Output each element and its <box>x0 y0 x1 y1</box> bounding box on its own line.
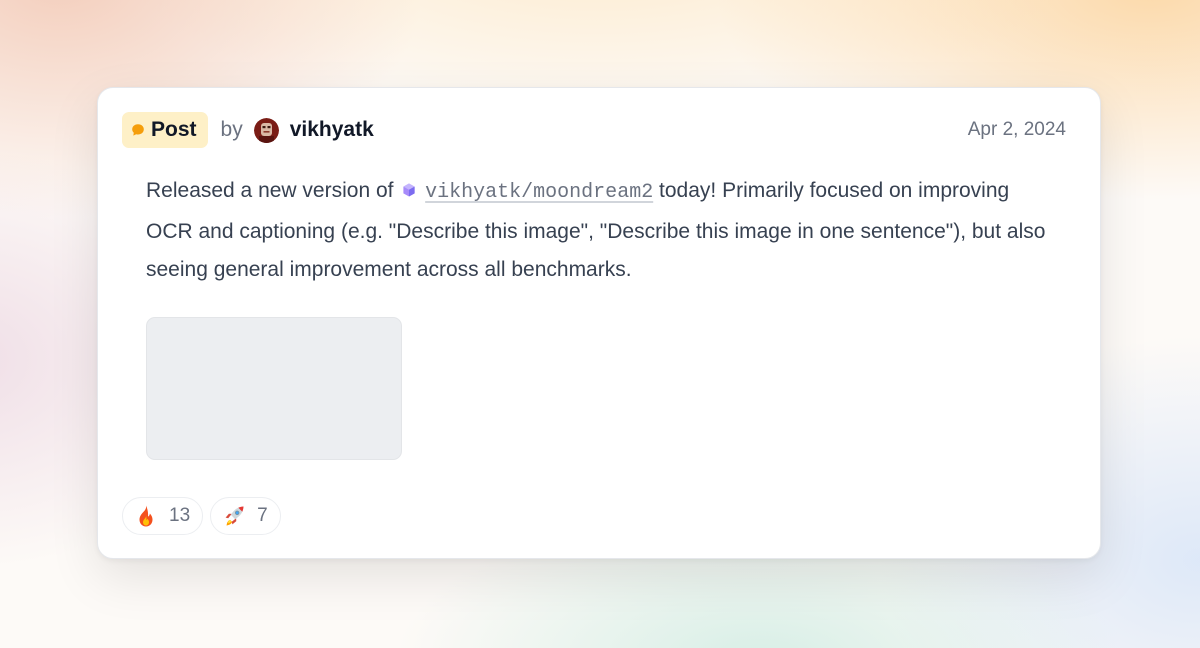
chat-bubble-icon <box>132 124 144 136</box>
reactions-bar: 13 7 <box>122 497 281 535</box>
reaction-rocket[interactable]: 7 <box>210 497 281 535</box>
reaction-count: 13 <box>169 505 191 526</box>
author-name[interactable]: vikhyatk <box>290 118 374 142</box>
post-card: Post by vikhyatk Apr 2, 2024 Released a … <box>97 87 1101 559</box>
post-date: Apr 2, 2024 <box>967 119 1066 140</box>
rocket-icon <box>225 506 244 526</box>
image-attachment-placeholder[interactable] <box>146 317 402 460</box>
post-content: Released a new version of vikhyatk/moond… <box>146 172 1046 290</box>
post-header: Post by vikhyatk Apr 2, 2024 <box>122 112 1066 148</box>
model-cube-icon <box>403 183 415 197</box>
post-type-badge[interactable]: Post <box>122 112 208 148</box>
content-text-start: Released a new version of <box>146 179 400 202</box>
repo-link[interactable]: vikhyatk/moondream2 <box>425 181 653 204</box>
fire-icon <box>139 505 153 527</box>
reaction-fire[interactable]: 13 <box>122 497 204 535</box>
reaction-count: 7 <box>257 505 268 526</box>
by-label: by <box>220 118 243 141</box>
author-avatar[interactable] <box>253 117 279 143</box>
post-type-label: Post <box>151 118 197 141</box>
